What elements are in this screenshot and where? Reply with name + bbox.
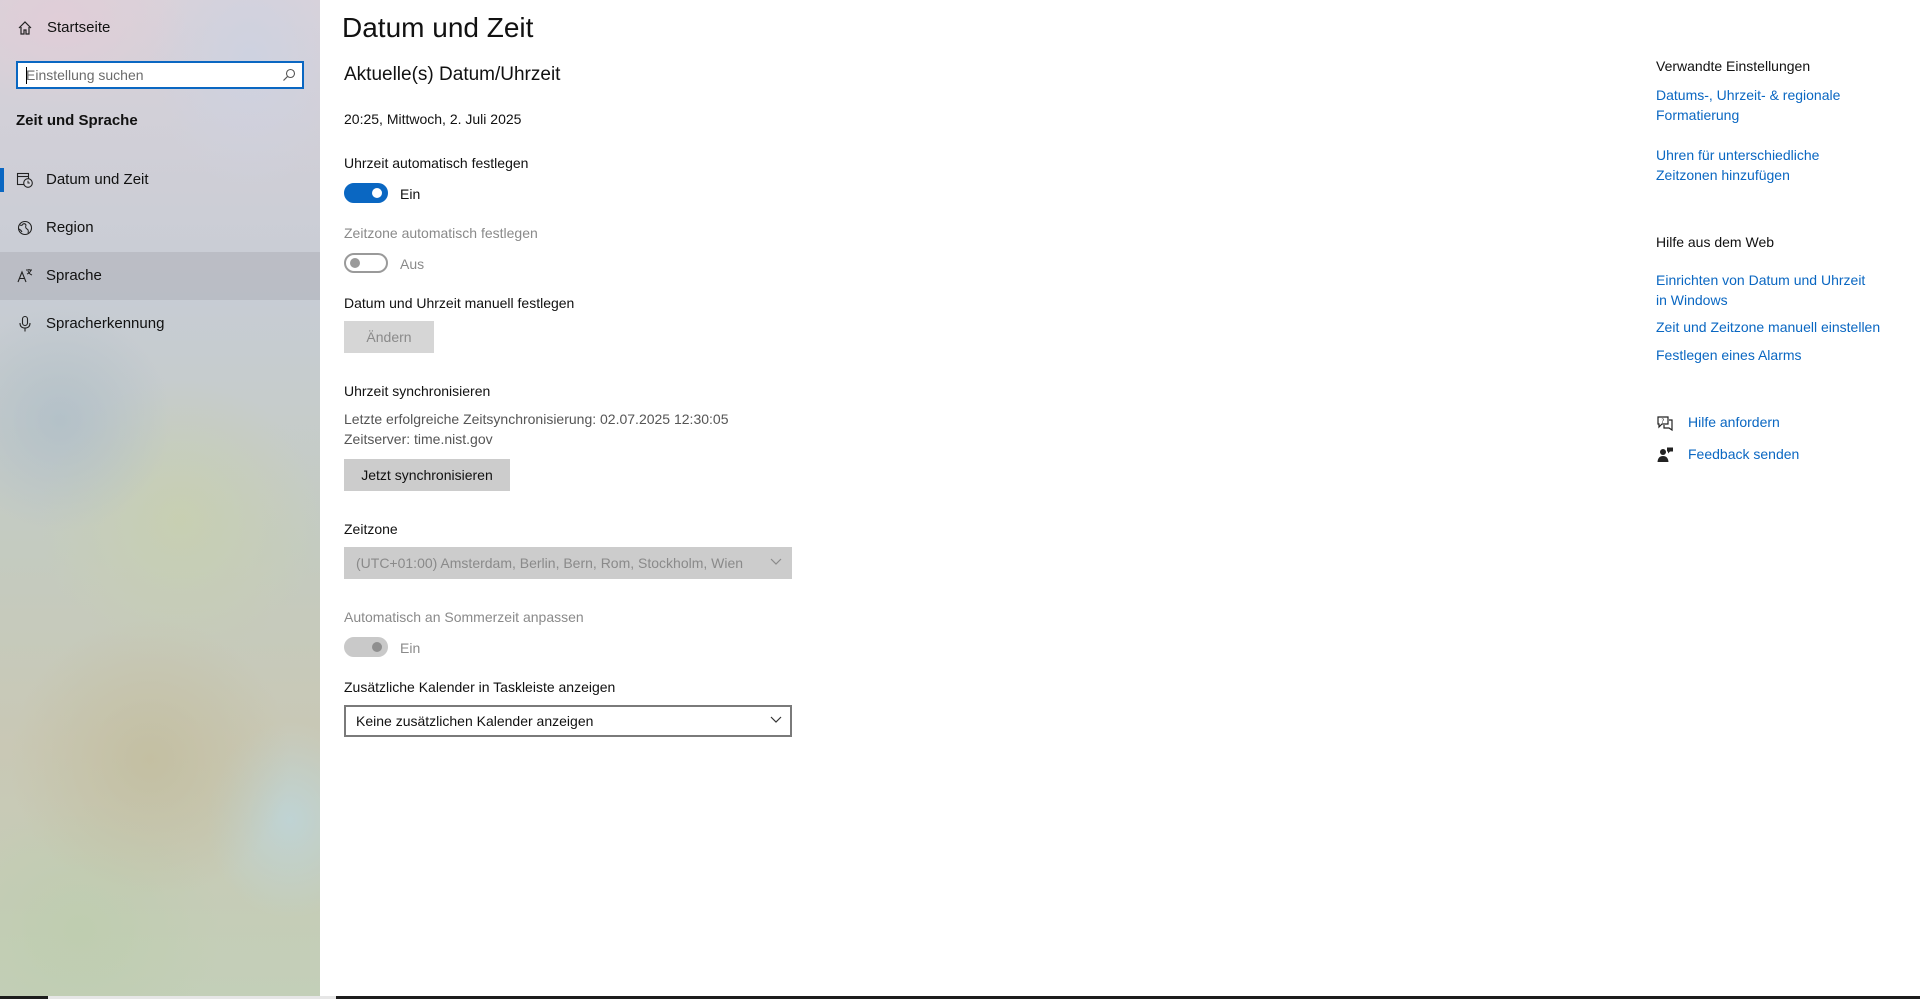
timezone-value: (UTC+01:00) Amsterdam, Berlin, Bern, Rom… xyxy=(356,555,744,571)
home-link[interactable]: Startseite xyxy=(0,12,320,44)
link-line: Einrichten von Datum und Uhrzeit xyxy=(1656,272,1866,288)
nav-item-spracherkennung[interactable]: Spracherkennung xyxy=(0,300,320,348)
link-line: Uhren für unterschiedliche xyxy=(1656,147,1820,163)
calendar-dropdown[interactable]: Keine zusätzlichen Kalender anzeigen xyxy=(344,705,792,737)
auto-time-state: Ein xyxy=(400,186,421,202)
feedback-icon xyxy=(1657,447,1673,462)
dst-toggle[interactable] xyxy=(344,637,388,657)
get-help-label: Hilfe anfordern xyxy=(1688,414,1780,430)
link-line: Datums-, Uhrzeit- & regionale xyxy=(1656,87,1841,103)
language-icon xyxy=(17,269,33,283)
current-datetime-heading: Aktuelle(s) Datum/Uhrzeit xyxy=(344,64,561,85)
sidebar: Startseite Zeit und Sprache Datum und Ze… xyxy=(0,0,320,996)
nav-label: Region xyxy=(46,219,94,236)
datetime-icon xyxy=(16,172,33,188)
related-settings-heading: Verwandte Einstellungen xyxy=(1656,58,1811,74)
sync-now-button[interactable]: Jetzt synchronisieren xyxy=(344,459,510,491)
help-chat-icon: ? xyxy=(1657,416,1673,432)
send-feedback-label: Feedback senden xyxy=(1688,446,1800,462)
nav-label: Datum und Zeit xyxy=(46,171,149,188)
setup-datetime-link[interactable]: Einrichten von Datum und Uhrzeit in Wind… xyxy=(1656,270,1865,310)
time-server-text: Zeitserver: time.nist.gov xyxy=(344,431,493,447)
toggle-knob xyxy=(372,642,382,652)
calendar-label: Zusätzliche Kalender in Taskleiste anzei… xyxy=(344,679,616,695)
timezone-label: Zeitzone xyxy=(344,521,398,537)
chevron-down-icon xyxy=(770,558,782,565)
auto-timezone-toggle[interactable] xyxy=(344,253,388,273)
change-button[interactable]: Ändern xyxy=(344,321,434,353)
last-sync-text: Letzte erfolgreiche Zeitsynchronisierung… xyxy=(344,411,729,427)
globe-icon xyxy=(17,220,33,236)
web-help-heading: Hilfe aus dem Web xyxy=(1656,234,1775,250)
nav-item-sprache[interactable]: Sprache xyxy=(0,252,320,300)
manual-timezone-link[interactable]: Zeit und Zeitzone manuell einstellen xyxy=(1656,317,1880,337)
link-line: Formatierung xyxy=(1656,107,1740,123)
toggle-knob xyxy=(372,188,382,198)
toggle-knob xyxy=(350,258,360,268)
text-caret xyxy=(26,67,27,84)
set-alarm-link[interactable]: Festlegen eines Alarms xyxy=(1656,345,1802,365)
home-label: Startseite xyxy=(47,19,111,36)
auto-time-label: Uhrzeit automatisch festlegen xyxy=(344,155,529,171)
add-clocks-link[interactable]: Uhren für unterschiedliche Zeitzonen hin… xyxy=(1656,145,1819,185)
calendar-value: Keine zusätzlichen Kalender anzeigen xyxy=(356,713,594,729)
nav-label: Sprache xyxy=(46,267,102,284)
nav-item-datum-und-zeit[interactable]: Datum und Zeit xyxy=(0,156,320,204)
search-icon[interactable] xyxy=(282,68,296,82)
manual-datetime-label: Datum und Uhrzeit manuell festlegen xyxy=(344,295,575,311)
nav-item-region[interactable]: Region xyxy=(0,204,320,252)
svg-text:?: ? xyxy=(1661,418,1664,425)
auto-timezone-state: Aus xyxy=(400,256,425,272)
microphone-icon xyxy=(19,315,31,332)
dst-state: Ein xyxy=(400,640,421,656)
dst-label: Automatisch an Sommerzeit anpassen xyxy=(344,609,584,625)
section-title: Zeit und Sprache xyxy=(16,112,138,129)
home-icon xyxy=(18,21,32,35)
search-box[interactable] xyxy=(16,61,304,89)
timezone-dropdown[interactable]: (UTC+01:00) Amsterdam, Berlin, Bern, Rom… xyxy=(344,547,792,579)
page-title: Datum und Zeit xyxy=(342,12,534,43)
current-datetime-value: 20:25, Mittwoch, 2. Juli 2025 xyxy=(344,111,522,127)
sync-heading: Uhrzeit synchronisieren xyxy=(344,383,491,399)
link-line: in Windows xyxy=(1656,292,1728,308)
auto-timezone-label: Zeitzone automatisch festlegen xyxy=(344,225,538,241)
auto-time-toggle[interactable] xyxy=(344,183,388,203)
link-line: Zeitzonen hinzufügen xyxy=(1656,167,1790,183)
search-input[interactable] xyxy=(26,66,276,84)
nav-label: Spracherkennung xyxy=(46,315,165,332)
regional-format-link[interactable]: Datums-, Uhrzeit- & regionale Formatieru… xyxy=(1656,85,1840,125)
settings-window: Startseite Zeit und Sprache Datum und Ze… xyxy=(0,0,1920,999)
chevron-down-icon xyxy=(770,716,782,723)
